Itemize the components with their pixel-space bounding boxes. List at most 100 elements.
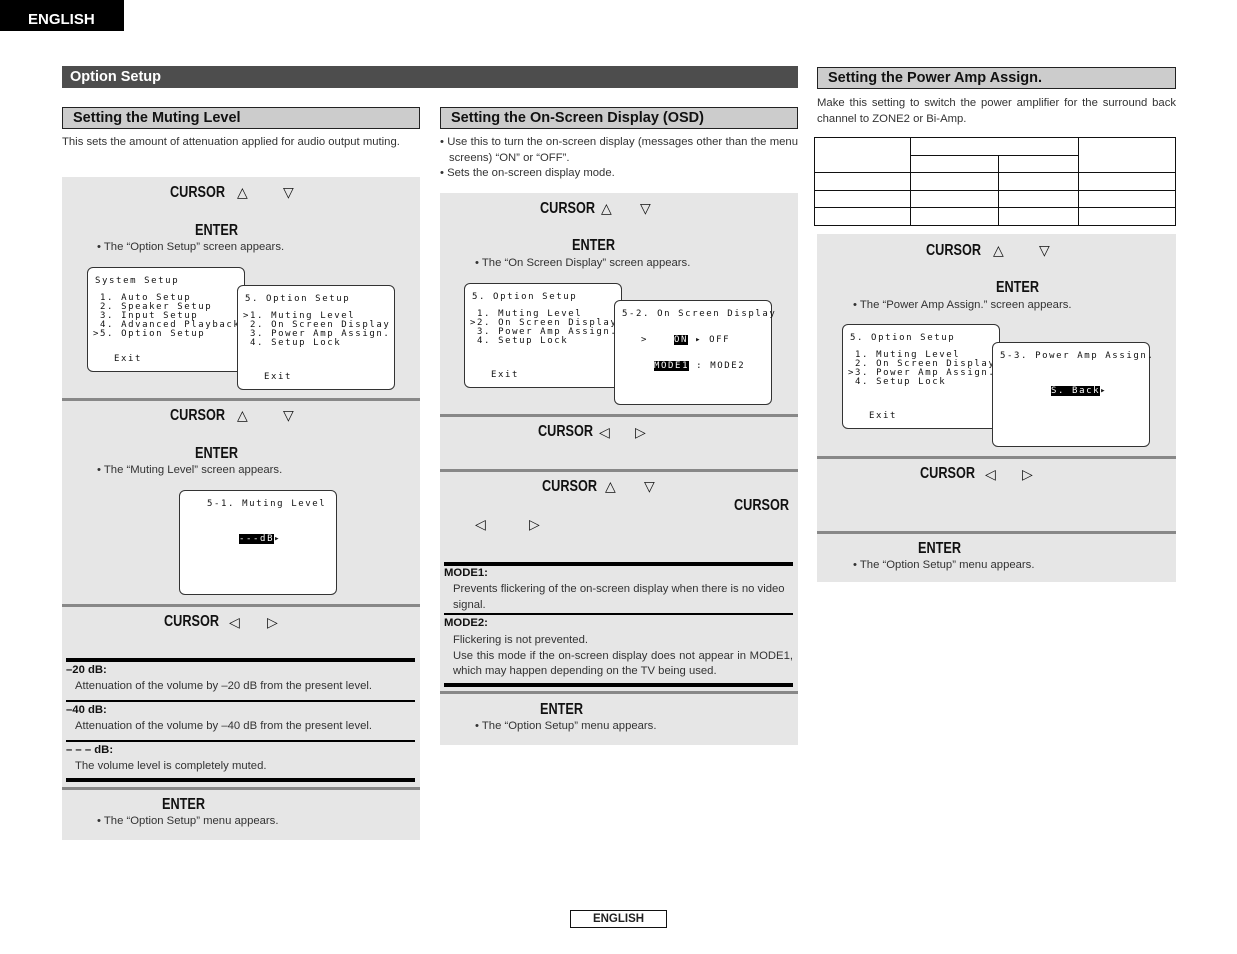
table-cell bbox=[1078, 207, 1176, 226]
down-arrow-icon: ▽ bbox=[1039, 242, 1050, 258]
play-arrow-icon: ▸ bbox=[1100, 386, 1108, 396]
osd-title: 5. Option Setup bbox=[245, 294, 351, 304]
power-amp-table bbox=[814, 137, 1176, 226]
option-term: –40 dB: bbox=[66, 704, 107, 716]
osd-title: 5-1. Muting Level bbox=[207, 499, 327, 509]
mode-desc-line: Flickering is not prevented. bbox=[453, 634, 589, 646]
osd-mode1-option: MODE1 bbox=[654, 361, 690, 371]
intro-bullet: • Use this to turn the on-screen display… bbox=[440, 136, 798, 164]
osd-intro: • Use this to turn the on-screen display… bbox=[440, 135, 798, 182]
table-cell bbox=[910, 137, 1079, 156]
osd-menu-item-selected: >5. Option Setup bbox=[93, 329, 206, 339]
muting-value: ---dB bbox=[239, 534, 275, 544]
table-cell bbox=[998, 172, 1079, 191]
down-arrow-icon: ▽ bbox=[644, 478, 655, 494]
cursor-key-label: CURSOR bbox=[734, 497, 790, 514]
table-cell bbox=[910, 207, 999, 226]
osd-option-setup-screen: 5. Option Setup 1. Muting Level >2. On S… bbox=[464, 283, 622, 388]
osd-menu-item: 4. Setup Lock bbox=[848, 377, 947, 387]
table-cell bbox=[1078, 137, 1176, 173]
play-arrow-icon: ▸ bbox=[274, 534, 282, 544]
rule bbox=[66, 778, 415, 782]
step-divider bbox=[817, 531, 1176, 534]
step-divider bbox=[817, 456, 1176, 459]
left-arrow-icon: ◁ bbox=[475, 516, 486, 532]
table-cell bbox=[910, 154, 999, 173]
table-cell bbox=[998, 154, 1079, 173]
down-arrow-icon: ▽ bbox=[640, 200, 651, 216]
osd-menu-item: 4. Setup Lock bbox=[470, 336, 569, 346]
option-term: –20 dB: bbox=[66, 664, 107, 676]
osd-exit: Exit bbox=[869, 411, 898, 421]
table-cell bbox=[814, 172, 911, 191]
step-divider bbox=[440, 691, 798, 694]
left-arrow-icon: ◁ bbox=[985, 466, 996, 482]
right-arrow-icon: ▷ bbox=[267, 614, 278, 630]
osd-heading: Setting the On-Screen Display (OSD) bbox=[440, 107, 798, 129]
osd-pointer: > bbox=[641, 335, 649, 345]
mode-desc: Prevents flickering of the on-screen dis… bbox=[453, 583, 785, 611]
osd-title: 5. Option Setup bbox=[850, 333, 956, 343]
option-desc: Attenuation of the volume by –20 dB from… bbox=[75, 680, 373, 692]
intro-bullet: • Sets the on-screen display mode. bbox=[440, 167, 615, 179]
power-amp-heading: Setting the Power Amp Assign. bbox=[817, 67, 1176, 89]
step-divider bbox=[62, 604, 420, 607]
osd-title: 5. Option Setup bbox=[472, 292, 578, 302]
table-cell bbox=[998, 189, 1079, 208]
left-arrow-icon: ◁ bbox=[599, 424, 610, 440]
mode-desc: Flickering is not prevented. Use this mo… bbox=[453, 633, 793, 680]
step-divider bbox=[62, 787, 420, 790]
osd-title: 5-2. On Screen Display bbox=[622, 309, 777, 319]
power-amp-intro: Make this setting to switch the power am… bbox=[817, 97, 1176, 125]
cursor-key-label: CURSOR bbox=[170, 407, 226, 424]
up-arrow-icon: △ bbox=[237, 407, 248, 423]
step-note: • The “Option Setup” menu appears. bbox=[97, 815, 279, 827]
section-header-option-setup: Option Setup bbox=[62, 66, 798, 88]
right-arrow-icon: ▷ bbox=[529, 516, 540, 532]
osd-off-option: OFF bbox=[709, 335, 731, 345]
osd-title: System Setup bbox=[95, 276, 180, 286]
osd-system-setup-screen: System Setup 1. Auto Setup 2. Speaker Se… bbox=[87, 267, 245, 372]
step-note: • The “Power Amp Assign.” screen appears… bbox=[853, 299, 1072, 311]
osd-exit: Exit bbox=[264, 372, 293, 382]
table-cell bbox=[814, 137, 911, 173]
mode-term: MODE1: bbox=[444, 567, 488, 579]
cursor-key-label: CURSOR bbox=[170, 184, 226, 201]
up-arrow-icon: △ bbox=[237, 184, 248, 200]
option-term: – – – dB: bbox=[66, 744, 114, 756]
table-row bbox=[814, 189, 1176, 208]
muting-level-heading: Setting the Muting Level bbox=[62, 107, 420, 129]
rule bbox=[444, 613, 793, 615]
osd-on-screen-display-screen: 5-2. On Screen Display > ON ▸ OFF MODE1 … bbox=[614, 300, 775, 405]
table-cell bbox=[814, 207, 911, 226]
enter-key-label: ENTER bbox=[918, 540, 962, 557]
language-tab: ENGLISH bbox=[0, 0, 124, 31]
step-divider bbox=[440, 414, 798, 417]
step-note: • The “On Screen Display” screen appears… bbox=[475, 257, 691, 269]
mode-term: MODE2: bbox=[444, 617, 488, 629]
step-note: • The “Option Setup” screen appears. bbox=[97, 241, 285, 253]
osd-title: 5-3. Power Amp Assign. bbox=[1000, 351, 1155, 361]
rule bbox=[66, 700, 415, 702]
enter-key-label: ENTER bbox=[572, 237, 616, 254]
table-cell bbox=[814, 189, 911, 208]
table-cell bbox=[1078, 189, 1176, 208]
enter-key-label: ENTER bbox=[162, 796, 206, 813]
table-cell bbox=[1078, 172, 1176, 191]
table-cell bbox=[998, 207, 1079, 226]
step-note: • The “Option Setup” menu appears. bbox=[853, 559, 1035, 571]
osd-option-setup-screen: 5. Option Setup 1. Muting Level 2. On Sc… bbox=[842, 324, 1000, 429]
step-divider bbox=[440, 469, 798, 472]
cursor-key-label: CURSOR bbox=[540, 200, 596, 217]
down-arrow-icon: ▽ bbox=[283, 184, 294, 200]
table-row bbox=[814, 172, 1176, 191]
cursor-key-label: CURSOR bbox=[926, 242, 982, 259]
osd-exit: Exit bbox=[114, 354, 143, 364]
rule bbox=[66, 740, 415, 742]
right-arrow-icon: ▷ bbox=[635, 424, 646, 440]
table-row bbox=[814, 207, 1176, 226]
up-arrow-icon: △ bbox=[605, 478, 616, 494]
cursor-key-label: CURSOR bbox=[920, 465, 976, 482]
enter-key-label: ENTER bbox=[996, 279, 1040, 296]
rule bbox=[444, 683, 793, 687]
